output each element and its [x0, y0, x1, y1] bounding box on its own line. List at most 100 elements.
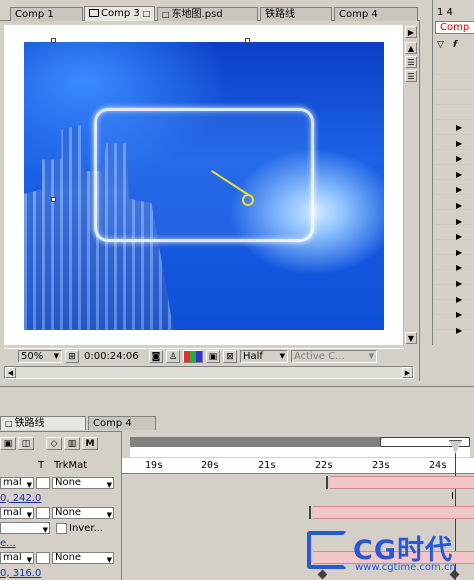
comp-side-strip: ▶ ▲ ☰ ☰ ▼ [404, 24, 418, 349]
layer-duration-bar[interactable] [330, 476, 474, 489]
bar-in-point-icon[interactable] [326, 476, 331, 489]
tab-comp-4[interactable]: Comp 4 [334, 7, 418, 21]
time-ruler[interactable] [122, 458, 474, 474]
channels-icon[interactable] [183, 350, 203, 363]
up-arrow-icon[interactable]: ▲ [405, 42, 417, 54]
time-tick-label: 21s [258, 460, 277, 471]
position-value[interactable]: 0, 242.0 [0, 493, 41, 504]
snapshot-camera-icon[interactable]: ◙ [149, 350, 163, 363]
invert-checkbox[interactable] [56, 522, 67, 534]
scroll-right-icon[interactable]: ▶ [402, 367, 413, 378]
list-icon[interactable]: ☰ [405, 56, 417, 68]
comp-tab-bar: Comp 1 Comp 3 □ □ 东地图.psd 铁路线 Comp 4 [0, 6, 420, 21]
project-row-arrows: ▶ ▶ ▶ ▶ ▶ ▶ ▶ ▶ ▶ ▶ ▶ ▶ ▶ ▶ [456, 123, 463, 335]
time-tick-label: 20s [201, 460, 220, 471]
film-strip-icon[interactable]: ▥ [64, 437, 80, 450]
tab-label: 铁路线 [14, 418, 45, 429]
comp-status-bar: 50% ▼ ⊞ 0:00:24:06 ◙ ♙ ▣ ⊠ Half ▼ Active C… [4, 348, 404, 364]
active-camera-select[interactable]: Active C... ▼ [291, 350, 377, 363]
blend-mode-select[interactable]: mal ▼ [0, 507, 34, 519]
composition-preview[interactable] [24, 42, 384, 330]
frame-blend-icon[interactable]: ◫ [18, 437, 34, 450]
timecode-display[interactable]: 0:00:24:06 [82, 350, 146, 363]
project-tab[interactable]: 1 4 [433, 6, 474, 20]
project-selected-item[interactable]: Comp [435, 21, 474, 34]
property-row[interactable]: e... [0, 536, 121, 550]
column-header-trkmat: TrkMat [54, 460, 88, 471]
comp-button-icon[interactable]: ▣ [0, 437, 16, 450]
trkmat-select[interactable]: None ▼ [52, 477, 114, 489]
bar-in-point-icon[interactable] [309, 506, 314, 519]
tab-close-icon[interactable]: □ [5, 419, 13, 428]
time-tick-label: 24s [429, 460, 448, 471]
trkmat-select[interactable]: None ▼ [52, 507, 114, 519]
project-panel: 1 4 Comp ▽ f [432, 0, 474, 345]
scroll-left-icon[interactable]: ◀ [5, 367, 16, 378]
tab-psd[interactable]: □ 东地图.psd [157, 7, 258, 21]
time-tick-label: 19s [145, 460, 164, 471]
layer-handle[interactable] [51, 38, 56, 43]
disclosure-triangle-icon[interactable]: ▽ [437, 40, 444, 50]
layer-row[interactable]: mal ▼ None ▼ [0, 551, 121, 565]
tab-close-icon[interactable]: □ [162, 10, 170, 19]
tab-railway[interactable]: 铁路线 [260, 7, 332, 21]
watermark-url: www.cgtime.com.cn [355, 562, 456, 573]
tab-label: Comp 3 [101, 8, 140, 19]
resolution-select[interactable]: Half ▼ [240, 350, 288, 363]
project-item-list[interactable] [435, 60, 474, 340]
watermark-logo-mark [307, 531, 347, 569]
show-snapshot-icon[interactable]: ♙ [166, 350, 180, 363]
layer-handle[interactable] [245, 38, 250, 43]
safe-zones-icon[interactable]: ⊞ [65, 350, 79, 363]
glow-frame-layer[interactable] [94, 108, 314, 242]
layer-handle[interactable] [51, 197, 56, 202]
timeline-toolbar: ▣ ◫ ◇ ▥ M [0, 437, 98, 451]
position-value[interactable]: 0, 316.0 [0, 568, 41, 579]
tab-timeline-comp-4[interactable]: Comp 4 [88, 416, 156, 430]
blend-mode-select[interactable]: mal ▼ [0, 552, 34, 564]
list-icon[interactable]: ☰ [405, 70, 417, 82]
anchor-point-icon[interactable] [242, 194, 254, 206]
region-icon[interactable]: ▣ [206, 350, 220, 363]
invert-label: Inver... [69, 522, 104, 534]
panel-divider [0, 386, 474, 412]
preserve-transparency-checkbox[interactable] [36, 507, 50, 519]
layer-row[interactable]: mal ▼ None ▼ [0, 476, 121, 490]
work-area-bar[interactable] [130, 447, 470, 457]
motion-blur-button[interactable]: M [82, 437, 98, 450]
property-row[interactable]: 0, 242.0 [0, 491, 121, 505]
trkmat-select[interactable]: None ▼ [52, 552, 114, 564]
tab-label: Comp 4 [339, 9, 378, 20]
blend-mode-select[interactable]: mal ▼ [0, 477, 34, 489]
tab-comp-1[interactable]: Comp 1 [10, 7, 83, 21]
horizontal-scrollbar[interactable]: ◀ ▶ [4, 366, 414, 379]
edge-marker [52, 330, 53, 346]
time-tick-label: 23s [372, 460, 391, 471]
project-column-glyph: f [453, 40, 457, 50]
preserve-transparency-checkbox[interactable] [36, 552, 50, 564]
down-arrow-icon[interactable]: ▼ [405, 332, 417, 344]
comp-icon [89, 9, 99, 17]
tab-timeline-railway[interactable]: □ 铁路线 [0, 416, 86, 430]
tab-label: Comp 4 [93, 418, 132, 429]
tab-label: 铁路线 [265, 9, 295, 20]
preserve-transparency-checkbox[interactable] [36, 477, 50, 489]
layer-duration-bar[interactable] [313, 506, 474, 519]
panel-menu-icon[interactable]: ▶ [405, 26, 417, 38]
tab-close-icon[interactable]: □ [143, 9, 151, 18]
time-tick-label: 22s [315, 460, 334, 471]
property-row[interactable]: 0, 316.0 [0, 566, 121, 580]
draft-3d-icon[interactable]: ◇ [46, 437, 62, 450]
tab-label: Comp 1 [15, 9, 54, 20]
keyframe-marker-icon[interactable]: I [451, 491, 454, 502]
zoom-select[interactable]: 50% ▼ [18, 350, 62, 363]
edge-marker [4, 76, 13, 96]
watermark-logo: CG时代 www.cgtime.com.cn [305, 525, 474, 580]
transparency-grid-icon[interactable]: ⊠ [223, 350, 237, 363]
layer-row[interactable]: mal ▼ None ▼ [0, 506, 121, 520]
mask-mode-select[interactable]: ▼ [0, 522, 50, 534]
tab-comp-3[interactable]: Comp 3 □ [84, 6, 155, 21]
timeline-tab-bar: □ 铁路线 Comp 4 [0, 416, 474, 431]
mask-row[interactable]: ▼ Inver... [0, 521, 121, 535]
property-value[interactable]: e... [0, 538, 16, 549]
